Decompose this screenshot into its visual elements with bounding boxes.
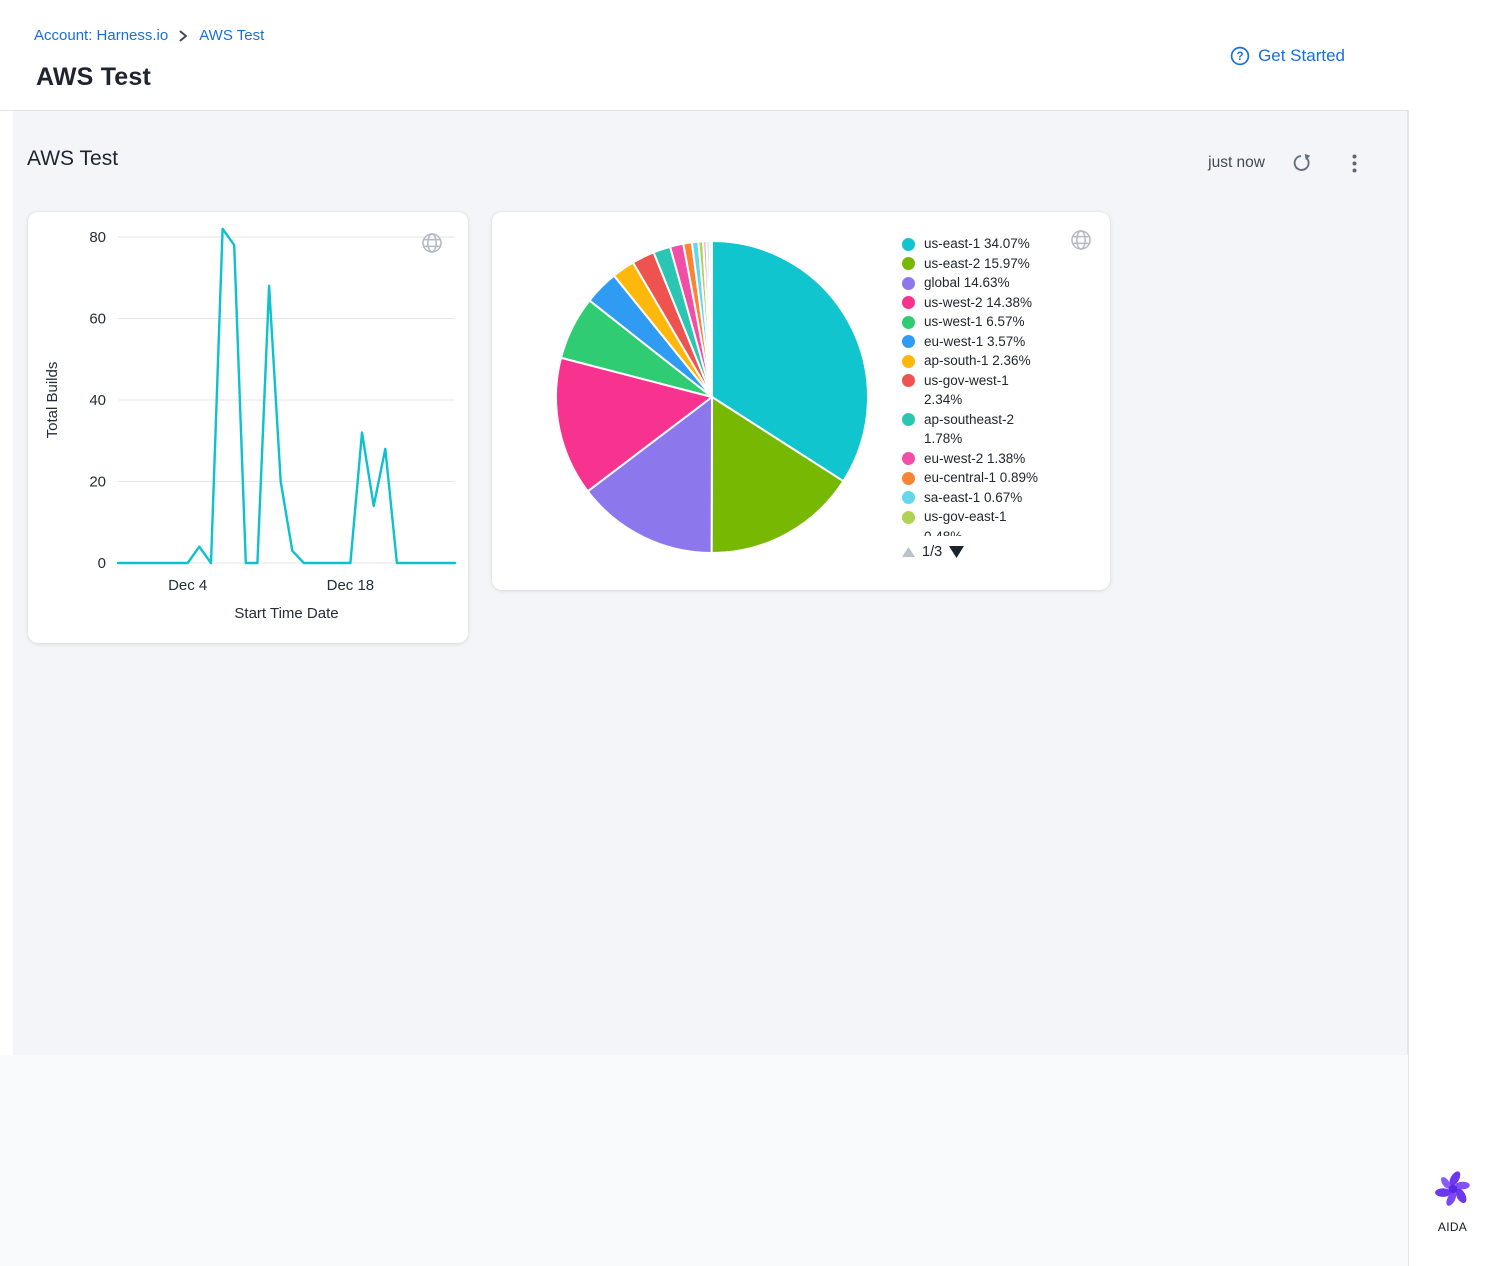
legend-swatch: [902, 257, 915, 270]
x-tick-label: Dec 18: [327, 577, 375, 594]
legend-swatch: [902, 491, 915, 504]
legend-item[interactable]: ap-south-1 2.36%: [902, 351, 1107, 371]
dashboard-title: AWS Test: [27, 147, 118, 171]
y-tick-label: 0: [98, 555, 106, 572]
refresh-button[interactable]: [1291, 153, 1312, 173]
legend-label: ap-southeast-21.78%: [924, 410, 1014, 449]
page-title: AWS Test: [36, 63, 151, 92]
legend-item[interactable]: us-west-2 14.38%: [902, 293, 1107, 313]
x-axis-label: Start Time Date: [234, 605, 338, 622]
legend-swatch: [902, 238, 915, 251]
legend-pagination: 1/3: [902, 544, 964, 560]
triangle-up-icon: [902, 547, 915, 557]
legend-swatch: [902, 355, 915, 368]
legend-swatch: [902, 316, 915, 329]
breadcrumb-account-link[interactable]: Account: Harness.io: [34, 27, 168, 44]
aida-icon: [1430, 1166, 1476, 1212]
y-tick-label: 40: [89, 392, 106, 409]
get-started-label: Get Started: [1258, 46, 1345, 66]
legend-label: us-west-2 14.38%: [924, 293, 1032, 313]
legend-label: global 14.63%: [924, 273, 1010, 293]
triangle-down-icon: [949, 546, 964, 558]
y-axis-label: Total Builds: [44, 362, 61, 439]
globe-icon: [420, 231, 444, 260]
legend-label: eu-west-2 1.38%: [924, 449, 1025, 469]
legend-swatch: [902, 413, 915, 426]
dashboard-controls: just now: [1208, 153, 1357, 173]
question-circle-icon: ?: [1230, 46, 1250, 66]
dashboard-content: AWS Test just now 0 20 40 60 80 Dec 4 Dec 18 St…: [13, 111, 1408, 1055]
right-side-panel: AIDA: [1408, 110, 1496, 1266]
legend-item[interactable]: us-west-1 6.57%: [902, 312, 1107, 332]
y-tick-label: 60: [89, 311, 106, 328]
legend-item[interactable]: us-gov-west-12.34%: [902, 371, 1107, 410]
breadcrumb: Account: Harness.io AWS Test: [34, 27, 264, 44]
y-tick-label: 20: [89, 474, 106, 491]
legend-label: eu-west-1 3.57%: [924, 332, 1025, 352]
x-tick-label: Dec 4: [168, 577, 207, 594]
legend-label: us-east-1 34.07%: [924, 234, 1030, 254]
svg-text:?: ?: [1237, 51, 1244, 63]
refresh-status: just now: [1208, 154, 1265, 172]
regions-pie-tile: us-east-1 34.07%us-east-2 15.97%global 1…: [492, 212, 1110, 590]
legend-swatch: [902, 452, 915, 465]
legend-page-indicator: 1/3: [922, 544, 942, 560]
legend-item[interactable]: eu-central-1 0.89%: [902, 468, 1107, 488]
kebab-menu-icon: [1352, 154, 1357, 173]
legend-swatch: [902, 511, 915, 524]
pie-chart-svg: [492, 212, 892, 590]
legend-swatch: [902, 335, 915, 348]
total-builds-tile: 0 20 40 60 80 Dec 4 Dec 18 Start Time Date Total…: [28, 212, 468, 643]
legend-label: us-gov-west-12.34%: [924, 371, 1009, 410]
total-builds-series-line: [118, 229, 455, 563]
legend-item[interactable]: global 14.63%: [902, 273, 1107, 293]
legend-label: sa-east-1 0.67%: [924, 488, 1022, 508]
legend-item[interactable]: eu-west-1 3.57%: [902, 332, 1107, 352]
line-chart-svg: 0 20 40 60 80 Dec 4 Dec 18 Start Time Date Total…: [28, 212, 468, 643]
legend-page-down-button[interactable]: [949, 546, 964, 558]
legend-page-up-button[interactable]: [902, 547, 915, 557]
chevron-right-icon: [179, 30, 188, 42]
legend-swatch: [902, 472, 915, 485]
pie-legend: us-east-1 34.07%us-east-2 15.97%global 1…: [902, 234, 1107, 536]
page-bottom-area: [0, 1055, 1408, 1266]
legend-item[interactable]: sa-east-1 0.67%: [902, 488, 1107, 508]
aida-launcher[interactable]: AIDA: [1409, 1166, 1496, 1234]
legend-swatch: [902, 277, 915, 290]
y-tick-label: 80: [89, 229, 106, 246]
legend-item[interactable]: us-gov-east-10.48%: [902, 507, 1107, 536]
legend-swatch: [902, 374, 915, 387]
legend-label: us-gov-east-10.48%: [924, 507, 1007, 536]
aida-label: AIDA: [1409, 1220, 1496, 1234]
harness-dashboard-screen: Account: Harness.io AWS Test AWS Test ? …: [0, 0, 1496, 1266]
refresh-icon: [1291, 153, 1312, 173]
legend-item[interactable]: eu-west-2 1.38%: [902, 449, 1107, 469]
legend-item[interactable]: ap-southeast-21.78%: [902, 410, 1107, 449]
legend-label: us-east-2 15.97%: [924, 254, 1030, 274]
get-started-link[interactable]: ? Get Started: [1230, 46, 1345, 66]
globe-icon: [1069, 228, 1093, 257]
legend-swatch: [902, 296, 915, 309]
more-options-button[interactable]: [1352, 154, 1357, 173]
breadcrumb-page-link[interactable]: AWS Test: [199, 27, 264, 44]
legend-label: eu-central-1 0.89%: [924, 468, 1038, 488]
legend-label: ap-south-1 2.36%: [924, 351, 1031, 371]
legend-label: us-west-1 6.57%: [924, 312, 1025, 332]
